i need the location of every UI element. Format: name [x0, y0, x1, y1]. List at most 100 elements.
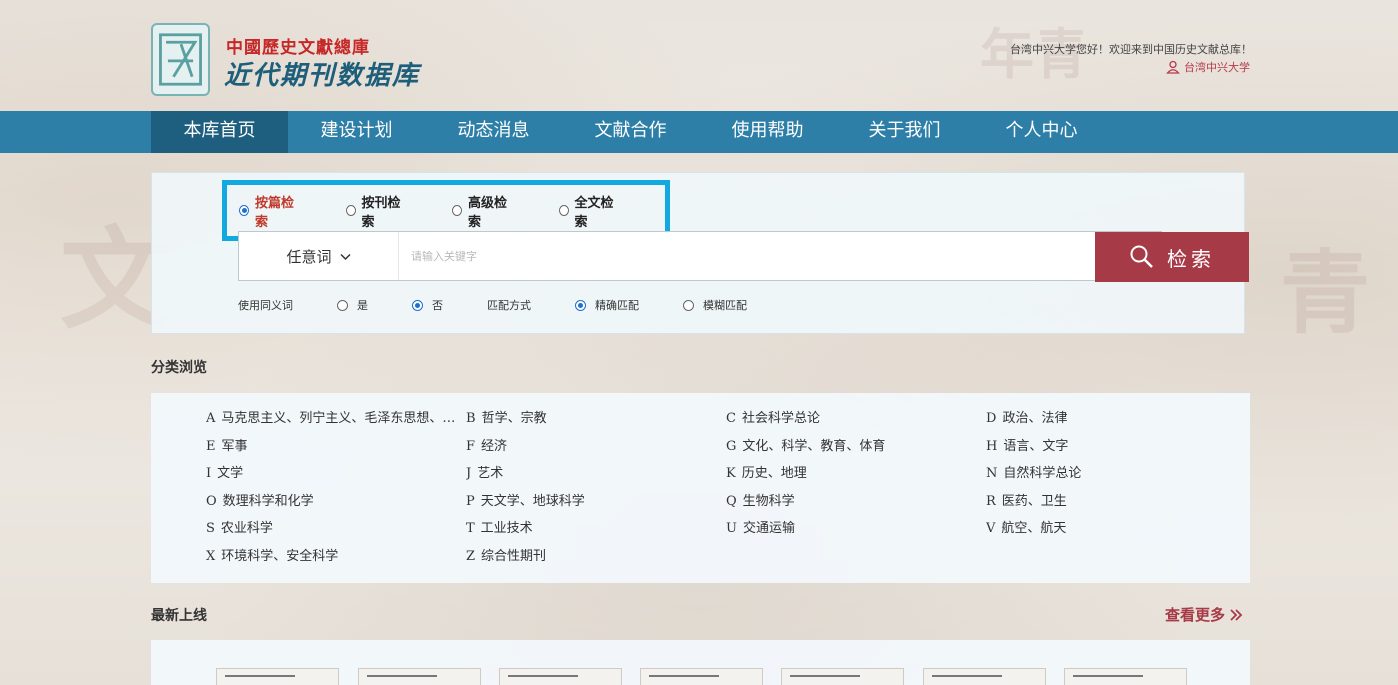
search-bar: 任意词 检索 — [238, 231, 1249, 282]
nav-item-home[interactable]: 本库首页 — [151, 111, 288, 153]
category-code: G — [726, 438, 737, 454]
category-code: J — [466, 466, 472, 481]
category-label: 天文学、地球科学 — [480, 493, 585, 509]
category-item[interactable]: G 文化、科学、教育、体育 — [726, 438, 978, 456]
category-item[interactable]: R 医药、卫生 — [986, 493, 1238, 511]
category-code: A — [206, 411, 216, 426]
category-item[interactable]: E 军事 — [206, 438, 458, 456]
nav-item-personal[interactable]: 个人中心 — [973, 111, 1110, 153]
journal-thumbnail[interactable] — [640, 668, 763, 685]
nav-item-plan[interactable]: 建设计划 — [288, 111, 425, 153]
category-item[interactable]: Z 综合性期刊 — [466, 548, 718, 566]
option-label: 否 — [432, 299, 443, 312]
newest-panel — [151, 640, 1250, 685]
category-item[interactable]: Q 生物科学 — [726, 493, 978, 511]
nav-item-about[interactable]: 关于我们 — [836, 111, 973, 153]
category-item[interactable]: X 环境科学、安全科学 — [206, 548, 458, 566]
category-label: 哲学、宗教 — [481, 411, 547, 426]
category-section-title: 分类浏览 — [151, 360, 207, 376]
journal-thumbnail[interactable] — [216, 668, 339, 685]
category-grid: A 马克思主义、列宁主义、毛泽东思想、邓小平理论 B 哲学、宗教 C 社会科学总论 D 政治、… — [206, 410, 1246, 566]
category-label: 经济 — [481, 438, 508, 454]
journal-thumbnail[interactable] — [358, 668, 481, 685]
category-label: 文学 — [217, 466, 244, 481]
category-label: 马克思主义、列宁主义、毛泽东思想、邓小平理论 — [221, 411, 458, 426]
nav-item-cooperation[interactable]: 文献合作 — [562, 111, 699, 153]
search-input[interactable] — [411, 232, 1001, 280]
category-item[interactable]: F 经济 — [466, 438, 718, 456]
nav-item-news[interactable]: 动态消息 — [425, 111, 562, 153]
category-item[interactable]: C 社会科学总论 — [726, 410, 978, 428]
category-item[interactable]: U 交通运输 — [726, 520, 978, 538]
nav-item-help[interactable]: 使用帮助 — [699, 111, 836, 153]
category-item[interactable]: A 马克思主义、列宁主义、毛泽东思想、邓小平理论 — [206, 410, 458, 428]
search-type-label: 全文检索 — [574, 195, 614, 230]
category-label: 文化、科学、教育、体育 — [742, 438, 886, 454]
category-item[interactable]: H 语言、文字 — [986, 438, 1238, 456]
search-button-label: 检索 — [1167, 246, 1215, 271]
synonym-label: 使用同义词 — [238, 299, 293, 312]
journal-thumbnail[interactable] — [1064, 668, 1187, 685]
search-type-article[interactable]: 按篇检索 — [239, 192, 302, 230]
user-icon — [1166, 60, 1180, 74]
category-code: D — [986, 411, 997, 426]
category-item[interactable]: D 政治、法律 — [986, 410, 1238, 428]
category-label: 艺术 — [477, 466, 504, 481]
option-label: 模糊匹配 — [703, 299, 747, 312]
user-account-link[interactable]: 台湾中兴大学 — [1166, 59, 1250, 75]
view-more-link[interactable]: 查看更多 — [1165, 604, 1243, 625]
newest-section-title: 最新上线 — [151, 608, 207, 624]
category-item[interactable]: T 工业技术 — [466, 520, 718, 538]
category-code: Z — [466, 548, 476, 564]
double-chevron-right-icon — [1230, 608, 1243, 621]
match-exact-option[interactable]: 精确匹配 — [575, 297, 639, 313]
category-code: R — [986, 493, 996, 509]
radio-button[interactable] — [345, 205, 356, 216]
category-code: S — [206, 521, 215, 536]
synonym-no-option[interactable]: 否 — [412, 297, 443, 313]
site-header: 中國歷史文獻總庫 近代期刊数据库 台湾中兴大学您好！欢迎来到中国历史文献总库！ … — [0, 0, 1398, 111]
radio-button[interactable] — [575, 299, 586, 311]
journal-thumbnail[interactable] — [781, 668, 904, 685]
radio-button[interactable] — [239, 205, 250, 216]
radio-button[interactable] — [558, 205, 569, 216]
search-type-journal[interactable]: 按刊检索 — [345, 192, 409, 230]
category-code: K — [726, 466, 736, 481]
search-type-advanced[interactable]: 高级检索 — [452, 192, 515, 230]
match-mode-label: 匹配方式 — [487, 299, 531, 312]
category-item[interactable]: N 自然科学总论 — [986, 465, 1238, 483]
search-button[interactable]: 检索 — [1095, 232, 1249, 282]
synonym-yes-option[interactable]: 是 — [337, 297, 368, 313]
category-label: 数理科学和化学 — [222, 493, 314, 509]
option-label: 精确匹配 — [595, 299, 639, 312]
chevron-down-icon — [339, 253, 351, 260]
search-field-value: 任意词 — [286, 247, 332, 266]
category-item[interactable]: B 哲学、宗教 — [466, 410, 718, 428]
match-fuzzy-option[interactable]: 模糊匹配 — [683, 297, 747, 313]
category-item[interactable]: O 数理科学和化学 — [206, 493, 458, 511]
category-item[interactable]: S 农业科学 — [206, 520, 458, 538]
category-item[interactable]: K 历史、地理 — [726, 465, 978, 483]
category-item[interactable]: J 艺术 — [466, 465, 718, 483]
journal-thumbnail[interactable] — [499, 668, 622, 685]
search-type-fulltext[interactable]: 全文检索 — [558, 192, 622, 230]
radio-button[interactable] — [337, 299, 348, 311]
main-navigation: 本库首页 建设计划 动态消息 文献合作 使用帮助 关于我们 个人中心 — [0, 111, 1398, 153]
category-code: Q — [726, 493, 737, 509]
radio-button[interactable] — [412, 299, 423, 311]
category-code: B — [466, 411, 476, 426]
category-label: 语言、文字 — [1003, 438, 1069, 454]
category-label: 生物科学 — [742, 493, 795, 509]
category-item[interactable]: I 文学 — [206, 465, 458, 483]
category-item[interactable]: P 天文学、地球科学 — [466, 493, 718, 511]
radio-button[interactable] — [683, 299, 694, 311]
category-item[interactable]: V 航空、航天 — [986, 520, 1238, 538]
journal-thumbnail[interactable] — [923, 668, 1046, 685]
search-field-dropdown[interactable]: 任意词 — [239, 232, 399, 280]
category-code: X — [206, 548, 216, 564]
radio-button[interactable] — [452, 205, 463, 216]
category-code: C — [726, 411, 736, 426]
search-panel: 按篇检索 按刊检索 高级检索 全文检索 任意词 检索 — [151, 172, 1249, 334]
option-label: 是 — [357, 299, 368, 312]
book-logo-icon[interactable] — [151, 23, 210, 96]
